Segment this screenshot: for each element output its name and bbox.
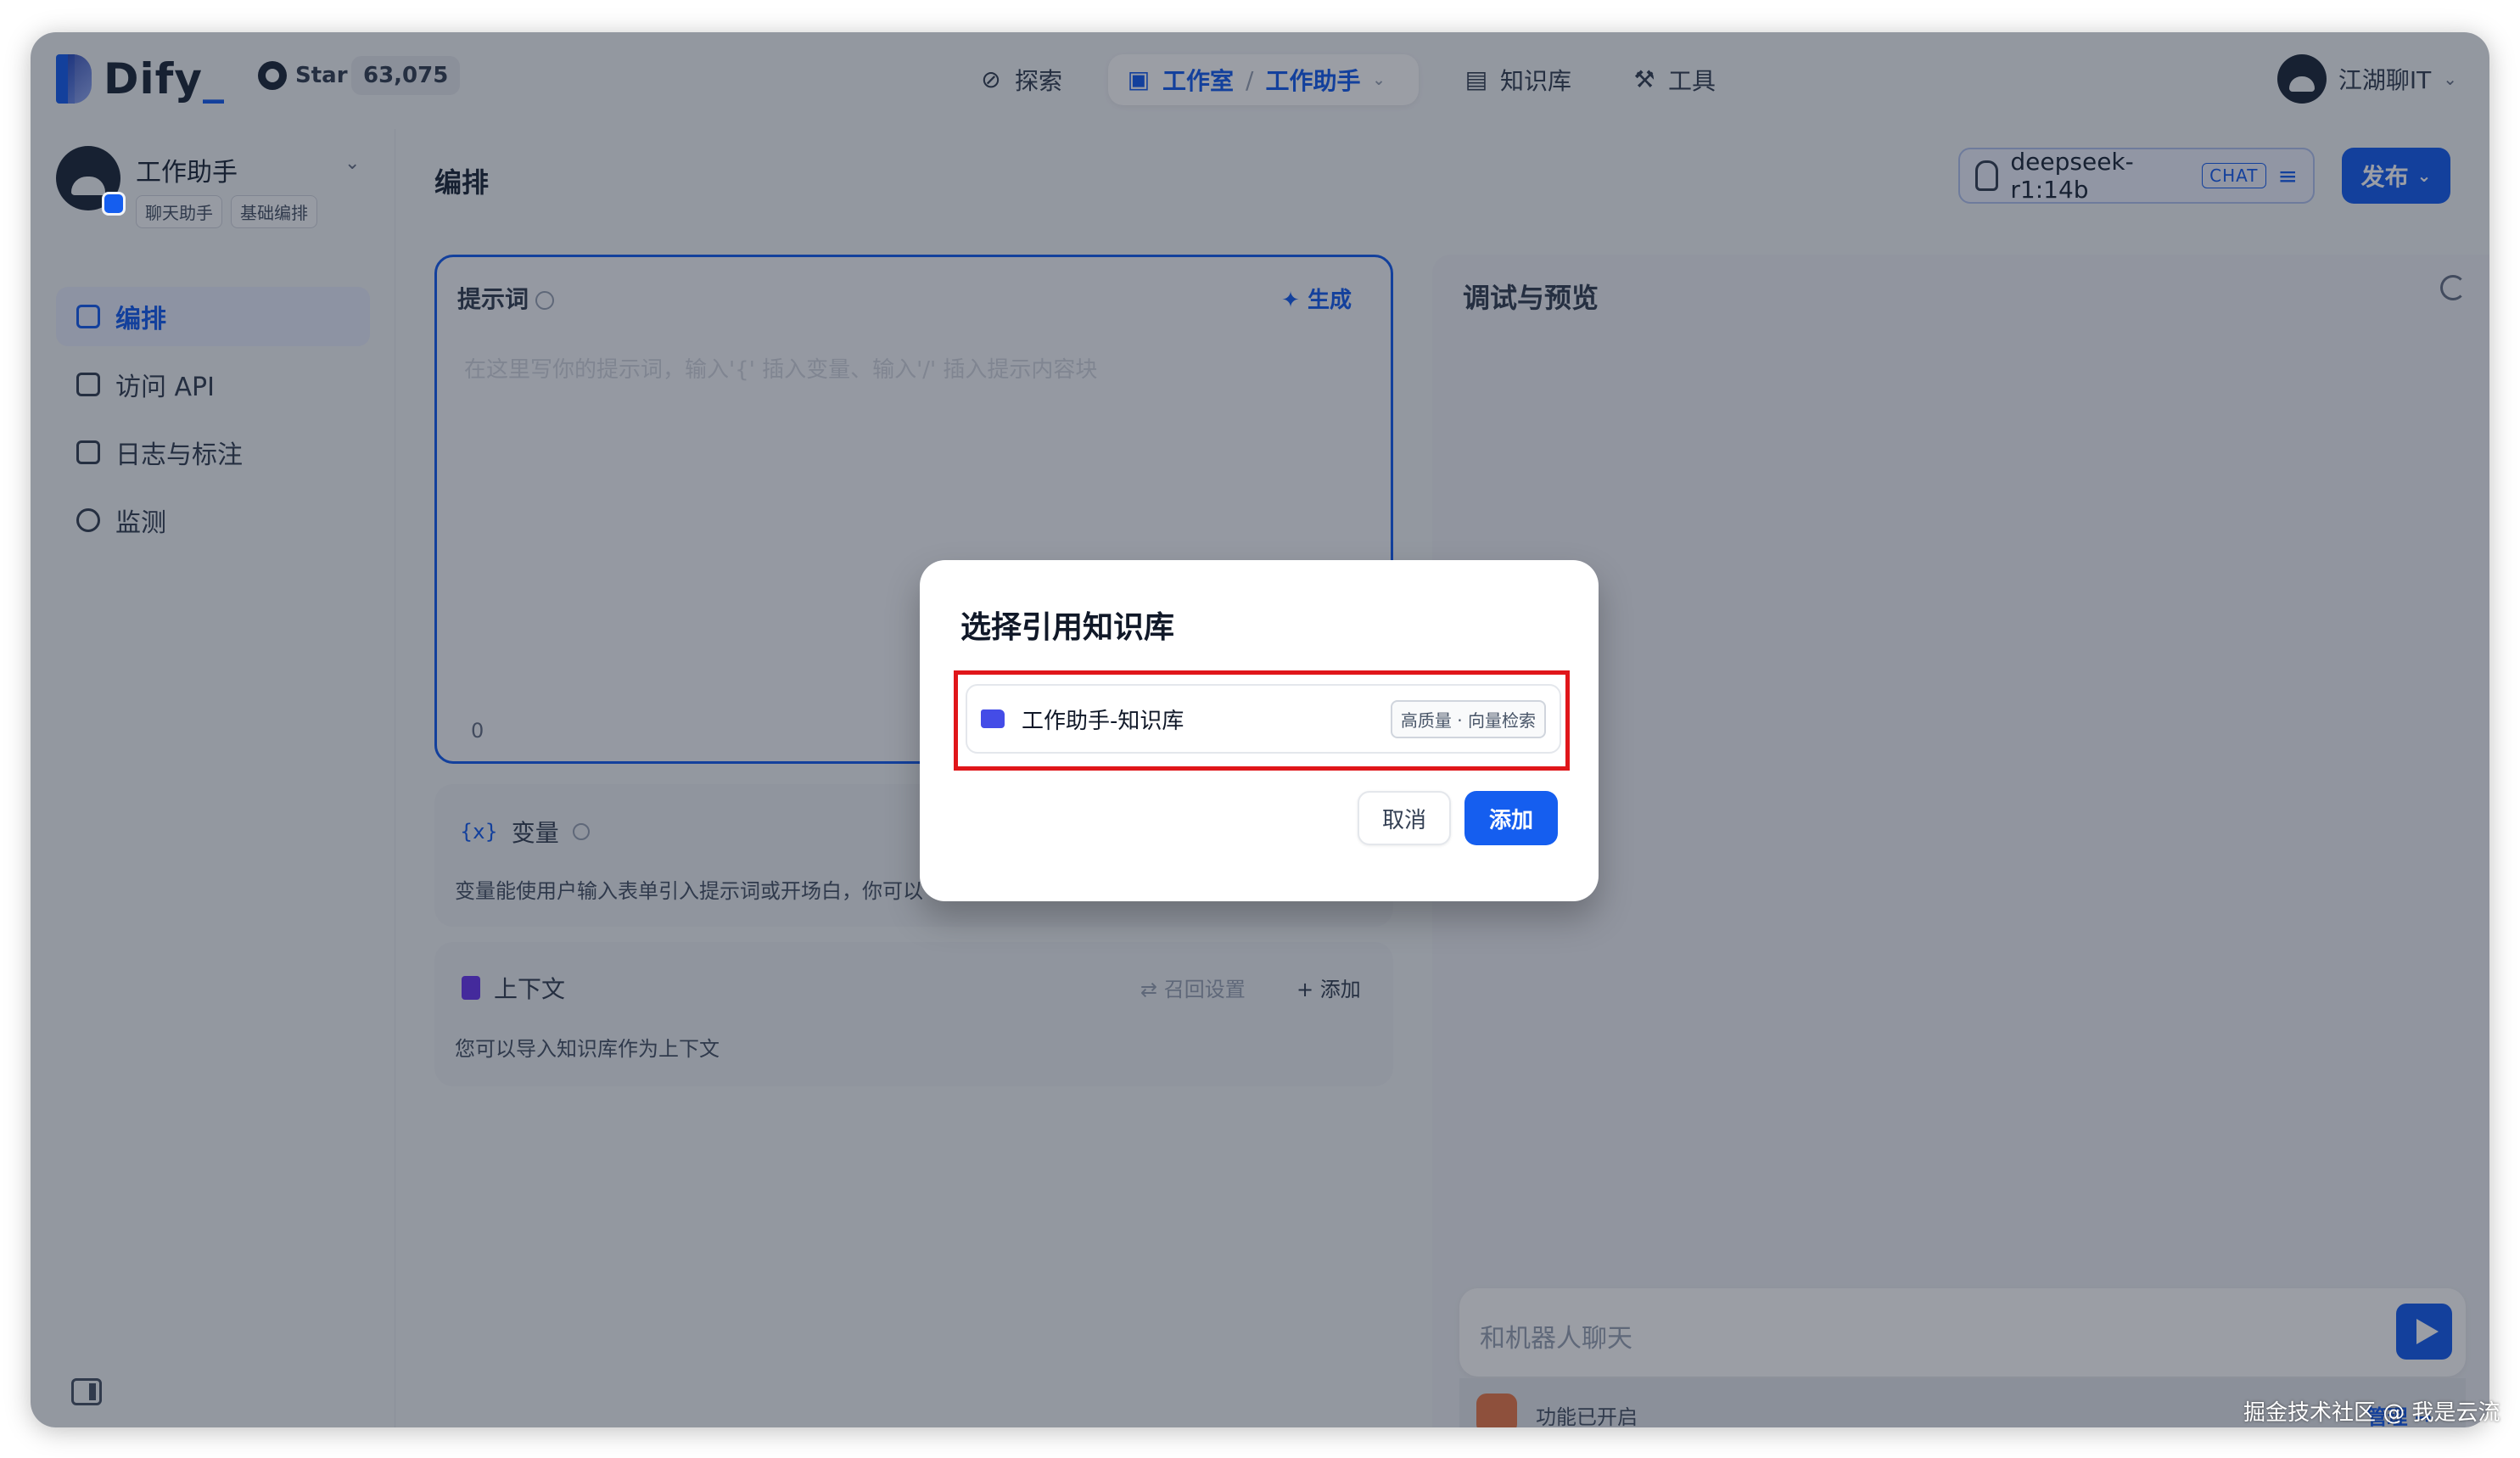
cancel-button[interactable]: 取消: [1358, 791, 1451, 845]
add-button[interactable]: 添加: [1464, 791, 1558, 845]
dialog-title: 选择引用知识库: [960, 610, 1175, 645]
select-knowledge-dialog: 选择引用知识库 工作助手-知识库 高质量 · 向量检索 取消 添加: [920, 560, 1599, 901]
watermark: 掘金技术社区 @ 我是云流: [2243, 1400, 2500, 1426]
highlight-annotation: [954, 670, 1570, 771]
chat-badge-icon: [102, 192, 126, 216]
app-window: Dify_ Star 63,075 ⊘ 探索 ▣ 工作室 / 工作助手 ⌄ ▤ …: [31, 32, 2489, 1427]
